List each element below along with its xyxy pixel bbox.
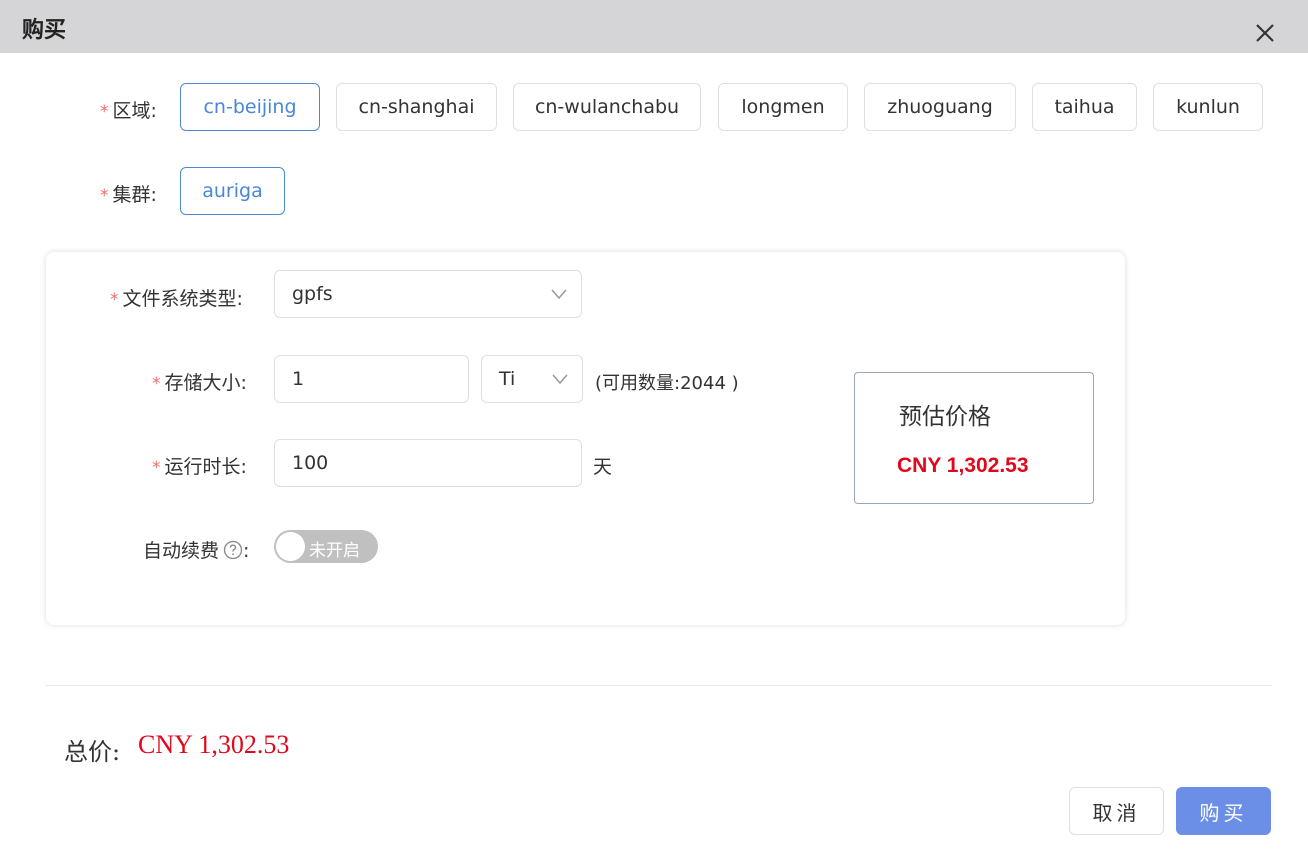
storage-size-label-text: 存储大小: xyxy=(164,372,247,394)
auto-renew-label-text: 自动续费 xyxy=(143,540,220,562)
storage-size-input[interactable]: 1 xyxy=(274,355,469,403)
region-option-cn-shanghai[interactable]: cn-shanghai xyxy=(336,83,497,131)
auto-renew-colon: : xyxy=(243,540,250,562)
estimated-price-label: 预估价格 xyxy=(899,404,991,430)
dialog-title: 购买 xyxy=(22,18,67,43)
region-option-cn-wulanchabu[interactable]: cn-wulanchabu xyxy=(513,83,701,131)
auto-renew-label: 自动续费 : xyxy=(143,536,249,563)
required-mark: * xyxy=(152,458,161,478)
chevron-down-icon xyxy=(551,289,567,300)
toggle-knob xyxy=(276,532,305,561)
estimated-price-value: CNY 1,302.53 xyxy=(897,454,1029,477)
storage-unit-select[interactable]: Ti xyxy=(481,355,583,403)
available-quantity-text: (可用数量:2044 ) xyxy=(595,373,739,394)
required-mark: * xyxy=(110,290,119,310)
fs-type-value: gpfs xyxy=(292,283,333,305)
question-circle-icon[interactable] xyxy=(223,540,243,560)
required-mark: * xyxy=(152,374,161,394)
cluster-label-text: 集群: xyxy=(112,184,157,206)
fs-type-label: * 文件系统类型: xyxy=(110,284,243,311)
region-option-zhuoguang[interactable]: zhuoguang xyxy=(864,83,1016,131)
region-label-text: 区域: xyxy=(112,100,157,122)
region-option-kunlun[interactable]: kunlun xyxy=(1153,83,1263,131)
estimated-price-box: 预估价格 CNY 1,302.53 xyxy=(854,372,1094,504)
chevron-down-icon xyxy=(552,374,568,385)
cluster-option-auriga[interactable]: auriga xyxy=(180,167,285,215)
fs-type-label-text: 文件系统类型: xyxy=(122,288,243,310)
region-option-cn-beijing[interactable]: cn-beijing xyxy=(180,83,320,131)
buy-button[interactable]: 购买 xyxy=(1176,787,1271,835)
total-price-value: CNY 1,302.53 xyxy=(138,730,290,759)
cancel-button[interactable]: 取消 xyxy=(1069,787,1164,835)
divider xyxy=(45,685,1272,686)
duration-unit: 天 xyxy=(593,456,613,478)
region-label: * 区域: xyxy=(100,96,157,123)
region-option-longmen[interactable]: longmen xyxy=(718,83,848,131)
fs-type-select[interactable]: gpfs xyxy=(274,270,582,318)
duration-input[interactable]: 100 xyxy=(274,439,582,487)
purchase-dialog: 购买 * 区域: cn-beijing cn-shanghai cn-wulanc… xyxy=(0,0,1308,858)
total-price-label: 总价: xyxy=(64,738,121,766)
storage-unit-value: Ti xyxy=(499,368,516,390)
auto-renew-toggle[interactable]: 未开启 xyxy=(274,530,378,563)
toggle-text: 未开启 xyxy=(309,541,360,561)
required-mark: * xyxy=(100,186,109,206)
region-option-taihua[interactable]: taihua xyxy=(1032,83,1137,131)
duration-label: * 运行时长: xyxy=(152,452,247,479)
required-mark: * xyxy=(100,102,109,122)
duration-label-text: 运行时长: xyxy=(164,456,247,478)
close-icon[interactable] xyxy=(1250,18,1280,48)
cluster-label: * 集群: xyxy=(100,180,157,207)
dialog-header: 购买 xyxy=(0,0,1308,53)
storage-size-value: 1 xyxy=(292,368,305,390)
storage-size-label: * 存储大小: xyxy=(152,368,247,395)
duration-value: 100 xyxy=(292,452,329,474)
